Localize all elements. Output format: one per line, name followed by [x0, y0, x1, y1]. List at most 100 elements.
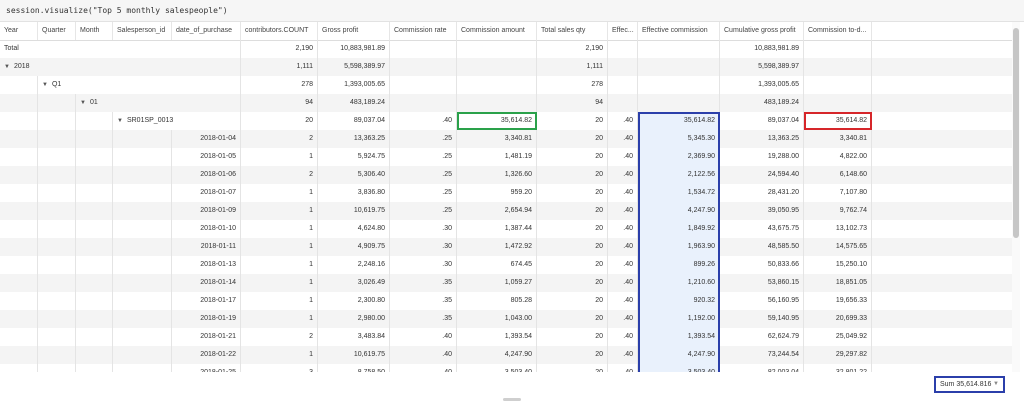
value-cell[interactable]: 32,801.22	[804, 364, 872, 372]
column-header[interactable]: Cumulative gross profit	[720, 22, 804, 40]
value-cell[interactable]: 3,503.40	[457, 364, 537, 372]
date-cell[interactable]: 2018-01-11	[172, 238, 241, 256]
value-cell[interactable]: 3,340.81	[457, 130, 537, 148]
value-cell[interactable]: .40	[608, 364, 638, 372]
value-cell[interactable]: 89,037.04	[318, 112, 390, 130]
value-cell[interactable]: .40	[390, 346, 457, 364]
value-cell[interactable]: 5,598,389.97	[720, 58, 804, 76]
value-cell[interactable]: .35	[390, 274, 457, 292]
value-cell[interactable]: 28,431.20	[720, 184, 804, 202]
row-label[interactable]: ▼ 01	[76, 94, 241, 112]
value-cell[interactable]: 920.32	[638, 292, 720, 310]
value-cell[interactable]: 29,297.82	[804, 346, 872, 364]
value-cell[interactable]: .25	[390, 148, 457, 166]
value-cell[interactable]: .40	[608, 220, 638, 238]
value-cell[interactable]: 1	[241, 292, 318, 310]
value-cell[interactable]: 2,122.56	[638, 166, 720, 184]
value-cell[interactable]: 2,190	[537, 40, 608, 58]
value-cell[interactable]: 1,387.44	[457, 220, 537, 238]
value-cell[interactable]	[608, 40, 638, 58]
date-cell[interactable]: 2018-01-25	[172, 364, 241, 372]
value-cell[interactable]: 3,483.84	[318, 328, 390, 346]
hierarchy-row[interactable]: Total 2,190 10,883,981.89 2,190 10,883,981.8…	[0, 40, 1012, 58]
value-cell[interactable]: .25	[390, 202, 457, 220]
column-header[interactable]: Commission to-d...	[804, 22, 872, 40]
date-cell[interactable]: 2018-01-04	[172, 130, 241, 148]
value-cell[interactable]	[390, 58, 457, 76]
table-row[interactable]: 2018-01-17 1 2,300.80.35 805.28 20.40 920.32 5…	[0, 292, 1012, 310]
value-cell[interactable]: 59,140.95	[720, 310, 804, 328]
value-cell[interactable]: 2,300.80	[318, 292, 390, 310]
value-cell[interactable]	[804, 58, 872, 76]
expand-icon[interactable]: ▼	[80, 94, 88, 112]
date-cell[interactable]: 2018-01-10	[172, 220, 241, 238]
value-cell[interactable]: 3,340.81	[804, 130, 872, 148]
date-cell[interactable]: 2018-01-17	[172, 292, 241, 310]
value-cell[interactable]: .40	[608, 328, 638, 346]
value-cell[interactable]: 62,624.79	[720, 328, 804, 346]
value-cell[interactable]: 1	[241, 238, 318, 256]
table-row[interactable]: 2018-01-06 2 5,306.40.25 1,326.60 20.40 2,122…	[0, 166, 1012, 184]
hierarchy-row[interactable]: ▼ 2018 1,111 5,598,389.97 1,111 5,598,389.97	[0, 58, 1012, 76]
value-cell[interactable]: .40	[608, 274, 638, 292]
value-cell[interactable]: 1,393,005.65	[318, 76, 390, 94]
value-cell[interactable]: 73,244.54	[720, 346, 804, 364]
value-cell[interactable]: 2,654.94	[457, 202, 537, 220]
value-cell[interactable]: 1	[241, 256, 318, 274]
value-cell[interactable]: .30	[390, 256, 457, 274]
value-cell[interactable]	[608, 58, 638, 76]
date-cell[interactable]: 2018-01-13	[172, 256, 241, 274]
value-cell[interactable]: .35	[390, 292, 457, 310]
column-header[interactable]: Total sales qty	[537, 22, 608, 40]
value-cell[interactable]: .40	[608, 112, 638, 130]
value-cell[interactable]: 20	[537, 184, 608, 202]
value-cell[interactable]: .25	[390, 166, 457, 184]
value-cell[interactable]: .25	[390, 184, 457, 202]
value-cell[interactable]: 278	[537, 76, 608, 94]
value-cell[interactable]: 805.28	[457, 292, 537, 310]
value-cell[interactable]: .40	[608, 238, 638, 256]
value-cell[interactable]: .40	[390, 328, 457, 346]
vertical-scrollbar[interactable]	[1012, 22, 1020, 372]
value-cell[interactable]: 6,148.60	[804, 166, 872, 184]
value-cell[interactable]: 4,247.90	[638, 346, 720, 364]
value-cell[interactable]: .40	[608, 310, 638, 328]
value-cell[interactable]: 20	[537, 364, 608, 372]
table-row[interactable]: 2018-01-13 1 2,248.16.30 674.45 20.40 899.26 5…	[0, 256, 1012, 274]
value-cell[interactable]: 1	[241, 202, 318, 220]
value-cell[interactable]: 14,575.65	[804, 238, 872, 256]
value-cell[interactable]	[457, 76, 537, 94]
value-cell[interactable]: 3,503.40	[638, 364, 720, 372]
hierarchy-row[interactable]: ▼ SR01SP_0013 20 89,037.04.40 35,614.82 20.4…	[0, 112, 1012, 130]
value-cell[interactable]: 4,247.90	[638, 202, 720, 220]
value-cell[interactable]: 20	[537, 112, 608, 130]
value-cell[interactable]: .40	[608, 130, 638, 148]
value-cell[interactable]: 82,003.04	[720, 364, 804, 372]
date-cell[interactable]: 2018-01-06	[172, 166, 241, 184]
expand-icon[interactable]: ▼	[4, 58, 12, 76]
value-cell[interactable]: .30	[390, 238, 457, 256]
row-label[interactable]: ▼ 2018	[0, 58, 241, 76]
value-cell[interactable]: 20	[537, 202, 608, 220]
value-cell[interactable]: 25,049.92	[804, 328, 872, 346]
value-cell[interactable]: 1,472.92	[457, 238, 537, 256]
value-cell[interactable]: 3,026.49	[318, 274, 390, 292]
value-cell[interactable]: 3,836.80	[318, 184, 390, 202]
table-row[interactable]: 2018-01-11 1 4,909.75.30 1,472.92 20.40 1,963…	[0, 238, 1012, 256]
expand-icon[interactable]: ▼	[42, 76, 50, 94]
value-cell[interactable]: 10,619.75	[318, 202, 390, 220]
value-cell[interactable]: 1,393.54	[457, 328, 537, 346]
value-cell[interactable]: 56,160.95	[720, 292, 804, 310]
value-cell[interactable]: 278	[241, 76, 318, 94]
value-cell[interactable]: 8,758.50	[318, 364, 390, 372]
value-cell[interactable]: 1,393.54	[638, 328, 720, 346]
value-cell[interactable]: 1	[241, 310, 318, 328]
column-header[interactable]: Quarter	[38, 22, 76, 40]
value-cell[interactable]: 1,210.60	[638, 274, 720, 292]
value-cell[interactable]: 20	[537, 274, 608, 292]
date-cell[interactable]: 2018-01-07	[172, 184, 241, 202]
row-label[interactable]: ▼ SR01SP_0013	[113, 112, 241, 130]
value-cell[interactable]: 959.20	[457, 184, 537, 202]
column-header[interactable]: Commission rate	[390, 22, 457, 40]
table-row[interactable]: 2018-01-21 2 3,483.84.40 1,393.54 20.40 1,393…	[0, 328, 1012, 346]
